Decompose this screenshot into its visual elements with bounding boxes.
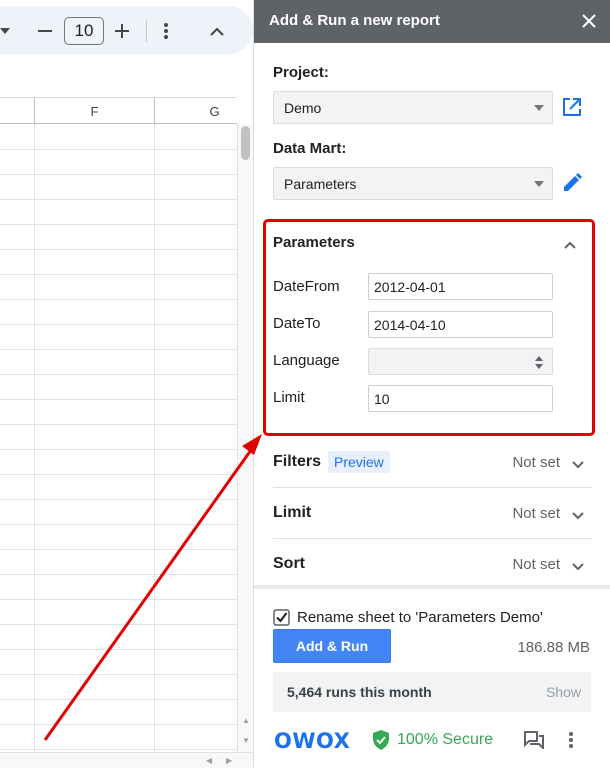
horizontal-scrollbar[interactable]: ◀ ▶ <box>0 752 253 768</box>
param-label-limit: Limit <box>273 389 305 406</box>
chevron-up-icon[interactable] <box>564 236 578 250</box>
grid-column-line <box>154 124 155 752</box>
vertical-scrollbar[interactable]: ▲ ▼ <box>237 124 253 752</box>
grid-row-line <box>0 349 237 350</box>
zoom-decrease-button[interactable] <box>34 20 56 42</box>
limit-section[interactable]: Limit Not set <box>273 504 592 554</box>
scroll-left-icon[interactable]: ◀ <box>206 756 212 765</box>
grid-row-line <box>0 574 237 575</box>
filters-label: Filters <box>273 453 322 470</box>
grid-row-line <box>0 374 237 375</box>
preview-badge[interactable]: Preview <box>328 451 390 473</box>
show-link[interactable]: Show <box>546 684 581 700</box>
dateto-input[interactable]: 2014-04-10 <box>368 311 553 338</box>
runs-banner: 5,464 runs this month Show <box>273 672 591 712</box>
datamart-label: Data Mart: <box>273 140 347 157</box>
column-header-f[interactable]: F <box>34 98 154 124</box>
add-run-button[interactable]: Add & Run <box>273 629 391 663</box>
collapse-toolbar-icon[interactable] <box>207 21 227 41</box>
runs-count: 5,464 runs this month <box>287 684 432 700</box>
report-sidebar: Add & Run a new report Project: Demo Dat… <box>253 0 610 768</box>
more-options-icon[interactable] <box>156 20 176 42</box>
grid-column-line <box>34 124 35 752</box>
grid-row-line <box>0 274 237 275</box>
grid-row-line <box>0 199 237 200</box>
chevron-down-icon <box>572 456 584 469</box>
toolbar-divider <box>146 20 147 42</box>
grid-row-line <box>0 249 237 250</box>
grid-row-line <box>0 699 237 700</box>
grid-row-line <box>0 324 237 325</box>
secure-text: 100% Secure <box>397 731 494 748</box>
scroll-up-icon[interactable]: ▲ <box>242 716 250 725</box>
limit-label: Limit <box>273 504 312 521</box>
column-header-g[interactable]: G <box>154 98 253 124</box>
grid-row-line <box>0 524 237 525</box>
scroll-down-icon[interactable]: ▼ <box>242 736 250 745</box>
datefrom-input[interactable]: 2012-04-01 <box>368 273 553 300</box>
chevron-down-icon <box>572 558 584 571</box>
param-label-datefrom: DateFrom <box>273 278 340 295</box>
grid-row-line <box>0 599 237 600</box>
scroll-right-icon[interactable]: ▶ <box>226 756 232 765</box>
section-divider <box>273 487 592 488</box>
rename-checkbox[interactable] <box>273 609 290 626</box>
cell-grid[interactable] <box>0 124 237 752</box>
column-headers: F G <box>0 97 237 124</box>
limit-input[interactable]: 10 <box>368 385 553 412</box>
sheet-toolbar: 10 <box>0 6 253 54</box>
owox-logo: OWOX <box>274 729 351 753</box>
more-vert-icon[interactable] <box>568 731 576 749</box>
grid-row-line <box>0 549 237 550</box>
parameters-heading[interactable]: Parameters <box>273 234 355 251</box>
datamart-value: Parameters <box>284 175 357 192</box>
shield-check-icon <box>372 730 390 750</box>
dropdown-caret-icon <box>534 181 544 187</box>
language-select[interactable] <box>368 348 553 375</box>
grid-row-line <box>0 649 237 650</box>
filters-status: Not set <box>512 454 560 471</box>
sort-status: Not set <box>512 556 560 573</box>
edit-pencil-icon[interactable] <box>561 172 583 194</box>
grid-row-line <box>0 299 237 300</box>
project-label: Project: <box>273 64 329 81</box>
filters-section[interactable]: Filters Preview Not set <box>273 451 592 503</box>
grid-row-line <box>0 499 237 500</box>
grid-row-line <box>0 224 237 225</box>
sidebar-title: Add & Run a new report <box>269 12 440 29</box>
spreadsheet-area: 10 F G ▲ ▼ ◀ ▶ <box>0 0 253 768</box>
grid-row-line <box>0 749 237 750</box>
grid-row-line <box>0 624 237 625</box>
scrollbar-thumb[interactable] <box>241 126 250 160</box>
grid-row-line <box>0 149 237 150</box>
chevron-down-icon <box>572 507 584 520</box>
section-divider <box>273 538 592 539</box>
project-value: Demo <box>284 99 322 116</box>
dropdown-caret-icon <box>534 105 544 111</box>
grid-row-line <box>0 449 237 450</box>
data-size: 186.88 MB <box>517 639 590 656</box>
rename-label[interactable]: Rename sheet to 'Parameters Demo' <box>297 609 543 626</box>
sidebar-header: Add & Run a new report <box>254 0 610 43</box>
open-external-icon[interactable] <box>561 96 583 118</box>
param-label-language: Language <box>273 352 340 369</box>
datamart-select[interactable]: Parameters <box>273 167 553 200</box>
sort-label: Sort <box>273 555 305 572</box>
grid-row-line <box>0 474 237 475</box>
grid-row-line <box>0 399 237 400</box>
grid-row-line <box>0 724 237 725</box>
feedback-chat-icon[interactable] <box>524 731 544 751</box>
font-size-input[interactable]: 10 <box>64 17 104 45</box>
dropdown-arrow-icon[interactable] <box>0 26 10 36</box>
zoom-increase-button[interactable] <box>111 20 133 42</box>
column-header-e[interactable] <box>0 98 34 124</box>
updown-arrows-icon <box>534 355 544 370</box>
project-select[interactable]: Demo <box>273 91 553 124</box>
grid-row-line <box>0 174 237 175</box>
grid-row-line <box>0 424 237 425</box>
param-label-dateto: DateTo <box>273 315 321 332</box>
close-icon[interactable] <box>579 11 599 31</box>
grid-row-line <box>0 674 237 675</box>
limit-status: Not set <box>512 505 560 522</box>
